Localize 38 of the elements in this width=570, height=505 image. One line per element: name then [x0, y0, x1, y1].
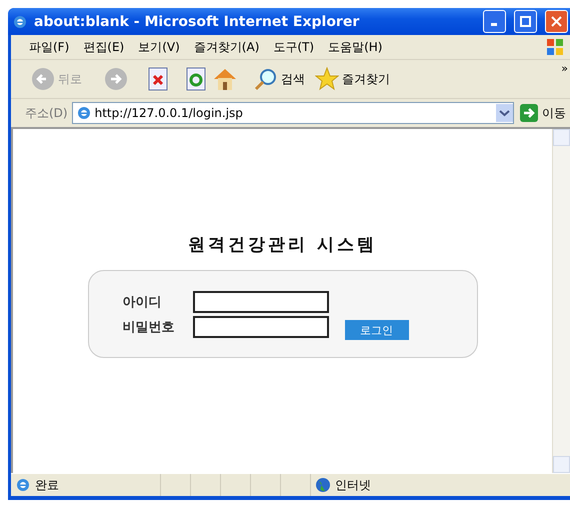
- refresh-icon[interactable]: [186, 67, 206, 91]
- stop-icon[interactable]: [148, 67, 168, 91]
- browser-icon: [15, 477, 31, 493]
- close-icon: [551, 16, 562, 27]
- browser-icon: [12, 14, 28, 30]
- input-field[interactable]: [192, 316, 328, 338]
- scrollbar[interactable]: [552, 129, 570, 473]
- input-field[interactable]: [192, 290, 328, 312]
- field-label: 비밀번호: [122, 318, 174, 336]
- maximize-button[interactable]: [514, 10, 537, 33]
- menu-item[interactable]: 도움말(H): [328, 38, 382, 56]
- field-label: 아이디: [122, 294, 162, 310]
- dropdown-icon[interactable]: [496, 104, 513, 122]
- minimize-button[interactable]: [483, 10, 506, 33]
- close-button[interactable]: [545, 10, 568, 33]
- home-icon[interactable]: [212, 67, 238, 91]
- windows-logo-icon: [546, 38, 564, 56]
- page-heading: 원격건강관리 시스템: [188, 234, 377, 256]
- menu-item[interactable]: 도구(T): [273, 38, 314, 56]
- maximize-icon: [520, 16, 531, 27]
- search-icon: [254, 67, 278, 91]
- window-title: about:blank - Microsoft Internet Explorer: [34, 14, 360, 30]
- go-button[interactable]: 이동: [518, 104, 570, 122]
- menu-item[interactable]: 편집(E): [83, 38, 124, 56]
- star-icon: [315, 67, 339, 91]
- menu-item[interactable]: 파일(F): [29, 38, 70, 56]
- menu-item[interactable]: 즐겨찾기(A): [194, 38, 260, 56]
- status-text: 완료: [35, 476, 59, 494]
- login-button[interactable]: 로그인: [344, 320, 408, 340]
- browser-icon: [76, 105, 92, 121]
- zone-text: 인터넷: [335, 476, 371, 494]
- address-field[interactable]: http://127.0.0.1/login.jsp: [72, 102, 514, 124]
- address-label: 주소(D): [25, 104, 68, 122]
- globe-icon: [315, 477, 331, 493]
- chevron-button[interactable]: »: [561, 62, 568, 75]
- menu-item[interactable]: 보기(V): [138, 38, 180, 56]
- search-button[interactable]: 검색: [252, 67, 307, 91]
- favorites-button[interactable]: 즐겨찾기: [313, 67, 392, 91]
